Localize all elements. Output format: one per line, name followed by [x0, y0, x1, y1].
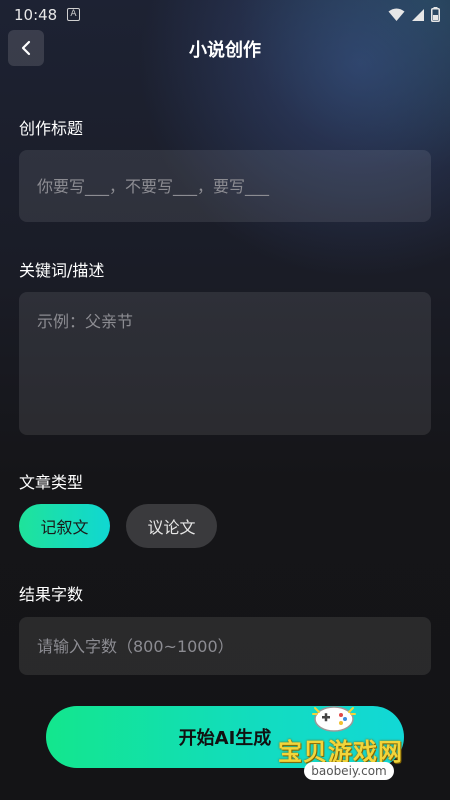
signal-icon	[412, 8, 424, 21]
article-type-label: 文章类型	[19, 473, 84, 492]
watermark-url: baobeiy.com	[304, 762, 394, 780]
start-generation-label: 开始AI生成	[178, 728, 272, 749]
type-option-argumentative[interactable]: 议论文	[126, 504, 217, 548]
title-input[interactable]	[19, 150, 431, 222]
word-count-label: 结果字数	[19, 585, 84, 604]
battery-icon	[431, 7, 440, 22]
watermark: 宝贝游戏网 baobeiy.com	[272, 700, 432, 786]
description-label: 关键词/描述	[19, 261, 105, 280]
status-time: 10:48	[14, 6, 58, 24]
notification-icon: A	[67, 8, 80, 21]
app-screen: 10:48 A 小说创作 创作标题 关键词/描述 文章类型 记叙文 议论文	[0, 0, 450, 800]
status-bar: 10:48 A	[0, 0, 450, 32]
word-count-input[interactable]	[19, 617, 431, 675]
gamepad-icon	[312, 706, 356, 732]
wifi-icon	[388, 8, 405, 21]
type-option-narrative[interactable]: 记叙文	[19, 504, 110, 548]
page-title: 小说创作	[189, 40, 261, 61]
description-input[interactable]	[19, 292, 431, 435]
status-icons	[388, 7, 440, 22]
title-label: 创作标题	[19, 119, 84, 138]
